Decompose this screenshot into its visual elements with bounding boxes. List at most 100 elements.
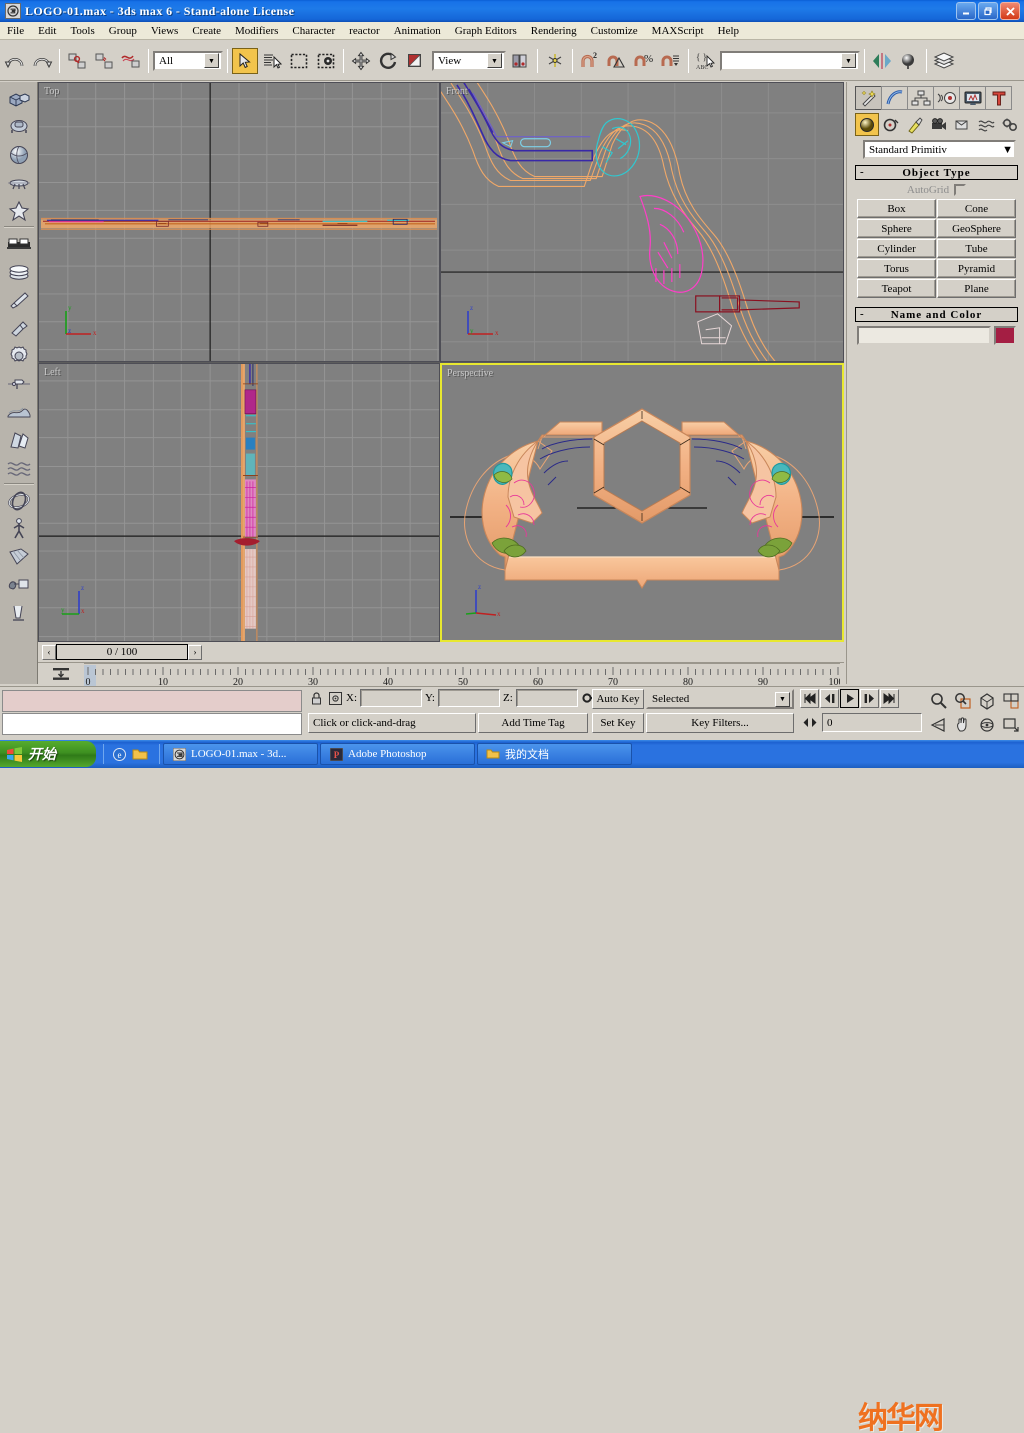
menu-maxscript[interactable]: MAXScript bbox=[645, 24, 711, 38]
undo-button[interactable] bbox=[2, 47, 28, 74]
sphere-ball-icon[interactable] bbox=[4, 141, 34, 168]
gear-icon[interactable] bbox=[4, 342, 34, 369]
category-space-warps[interactable] bbox=[974, 113, 998, 136]
layer-manager-button[interactable] bbox=[931, 47, 957, 74]
lock-selection-icon[interactable] bbox=[308, 689, 324, 707]
chevron-down-icon[interactable]: ▼ bbox=[204, 53, 219, 68]
restore-button[interactable] bbox=[978, 2, 998, 20]
folder-icon[interactable] bbox=[132, 746, 148, 762]
star-figure-icon[interactable] bbox=[4, 197, 34, 224]
key-step-icon[interactable] bbox=[800, 713, 819, 732]
biped-figure-icon[interactable] bbox=[4, 515, 34, 542]
select-by-name-button[interactable] bbox=[259, 47, 285, 74]
spinner-snap-toggle-button[interactable] bbox=[658, 47, 684, 74]
rectangular-selection-region-button[interactable] bbox=[286, 47, 312, 74]
category-geometry[interactable] bbox=[855, 113, 879, 136]
unlink-selection-button[interactable] bbox=[91, 47, 117, 74]
select-and-rotate-button[interactable] bbox=[375, 47, 401, 74]
water-waves-icon[interactable] bbox=[4, 454, 34, 481]
category-cameras[interactable] bbox=[927, 113, 951, 136]
create-cone-button[interactable]: Cone bbox=[937, 199, 1016, 218]
menu-customize[interactable]: Customize bbox=[584, 24, 645, 38]
menu-help[interactable]: Help bbox=[711, 24, 746, 38]
command-tab-utilities[interactable] bbox=[985, 86, 1012, 110]
object-name-input[interactable] bbox=[857, 326, 991, 345]
create-plane-button[interactable]: Plane bbox=[937, 279, 1016, 298]
track-bar[interactable]: 0 102030 405060 708090 100 bbox=[38, 662, 844, 687]
category-shapes[interactable] bbox=[879, 113, 903, 136]
menu-views[interactable]: Views bbox=[144, 24, 185, 38]
category-helpers[interactable] bbox=[950, 113, 974, 136]
y-coordinate-field[interactable] bbox=[438, 689, 500, 707]
bind-to-space-warp-button[interactable] bbox=[118, 47, 144, 74]
object-type-rollout-header[interactable]: - Object Type bbox=[855, 165, 1018, 180]
go-to-end-button[interactable] bbox=[880, 689, 899, 708]
mirror-button[interactable] bbox=[869, 47, 895, 74]
zoom-extents-button[interactable] bbox=[976, 689, 999, 713]
ie-icon[interactable]: e bbox=[111, 746, 127, 762]
command-tab-display[interactable] bbox=[959, 86, 986, 110]
create-pyramid-button[interactable]: Pyramid bbox=[937, 259, 1016, 278]
previous-frame-button[interactable] bbox=[820, 689, 839, 708]
task-photoshop[interactable]: P Adobe Photoshop bbox=[320, 743, 475, 765]
cabinet-icon[interactable] bbox=[4, 113, 34, 140]
close-button[interactable] bbox=[1000, 2, 1020, 20]
field-of-view-button[interactable] bbox=[928, 714, 951, 738]
glasses-icon[interactable] bbox=[4, 599, 34, 626]
create-geosphere-button[interactable]: GeoSphere bbox=[937, 219, 1016, 238]
boxes-group-icon[interactable] bbox=[4, 85, 34, 112]
table-icon[interactable] bbox=[4, 169, 34, 196]
menu-character[interactable]: Character bbox=[285, 24, 342, 38]
select-and-move-button[interactable] bbox=[348, 47, 374, 74]
reference-coordinate-combo[interactable]: View ▼ bbox=[432, 50, 506, 71]
hammer-icon[interactable] bbox=[4, 314, 34, 341]
pan-button[interactable] bbox=[952, 714, 975, 738]
selection-filter-combo[interactable]: All ▼ bbox=[153, 50, 223, 71]
subcategory-dropdown[interactable]: Standard Primitiv ▼ bbox=[863, 140, 1016, 159]
menu-file[interactable]: File bbox=[0, 24, 31, 38]
previous-frame-arrow[interactable]: ‹ bbox=[42, 644, 56, 660]
min-max-toggle-button[interactable] bbox=[999, 714, 1022, 738]
redo-button[interactable] bbox=[29, 47, 55, 74]
menu-graph-editors[interactable]: Graph Editors bbox=[448, 24, 524, 38]
zoom-all-button[interactable] bbox=[952, 689, 975, 713]
torus-knot-icon[interactable] bbox=[4, 487, 34, 514]
select-and-link-button[interactable] bbox=[64, 47, 90, 74]
command-tab-motion[interactable] bbox=[933, 86, 960, 110]
object-color-swatch[interactable] bbox=[994, 326, 1016, 345]
menu-animation[interactable]: Animation bbox=[387, 24, 448, 38]
autogrid-checkbox[interactable] bbox=[954, 184, 967, 196]
go-to-start-button[interactable] bbox=[800, 689, 819, 708]
command-tab-create[interactable] bbox=[855, 86, 882, 110]
bed-icon[interactable] bbox=[4, 230, 34, 257]
name-and-color-rollout-header[interactable]: - Name and Color bbox=[855, 307, 1018, 322]
menu-rendering[interactable]: Rendering bbox=[524, 24, 584, 38]
named-selection-set-combo[interactable]: ▼ bbox=[720, 50, 860, 71]
track-bar-ruler[interactable]: 0 102030 405060 708090 100 bbox=[84, 663, 840, 687]
command-tab-modify[interactable] bbox=[881, 86, 908, 110]
menu-create[interactable]: Create bbox=[185, 24, 228, 38]
paint-bucket-icon[interactable] bbox=[4, 571, 34, 598]
select-object-button[interactable] bbox=[232, 47, 258, 74]
category-systems[interactable] bbox=[998, 113, 1022, 136]
status-prompt-field[interactable] bbox=[2, 713, 302, 735]
command-tab-hierarchy[interactable] bbox=[907, 86, 934, 110]
align-button[interactable] bbox=[542, 47, 568, 74]
minimize-button[interactable] bbox=[956, 2, 976, 20]
menu-group[interactable]: Group bbox=[102, 24, 144, 38]
create-cylinder-button[interactable]: Cylinder bbox=[857, 239, 936, 258]
play-animation-button[interactable] bbox=[840, 689, 859, 708]
absolute-relative-transform-icon[interactable] bbox=[327, 689, 343, 707]
menu-reactor[interactable]: reactor bbox=[342, 24, 387, 38]
create-box-button[interactable]: Box bbox=[857, 199, 936, 218]
key-mode-toggle-icon[interactable] bbox=[50, 665, 72, 683]
menu-tools[interactable]: Tools bbox=[63, 24, 101, 38]
next-frame-arrow[interactable]: › bbox=[188, 644, 202, 660]
start-button[interactable]: 开始 bbox=[0, 741, 96, 767]
create-tube-button[interactable]: Tube bbox=[937, 239, 1016, 258]
collapse-toggle[interactable]: - bbox=[860, 166, 864, 178]
create-torus-button[interactable]: Torus bbox=[857, 259, 936, 278]
create-sphere-button[interactable]: Sphere bbox=[857, 219, 936, 238]
key-filters-button[interactable]: Key Filters... bbox=[646, 713, 794, 733]
front-viewport[interactable]: Front z x y bbox=[440, 82, 844, 362]
